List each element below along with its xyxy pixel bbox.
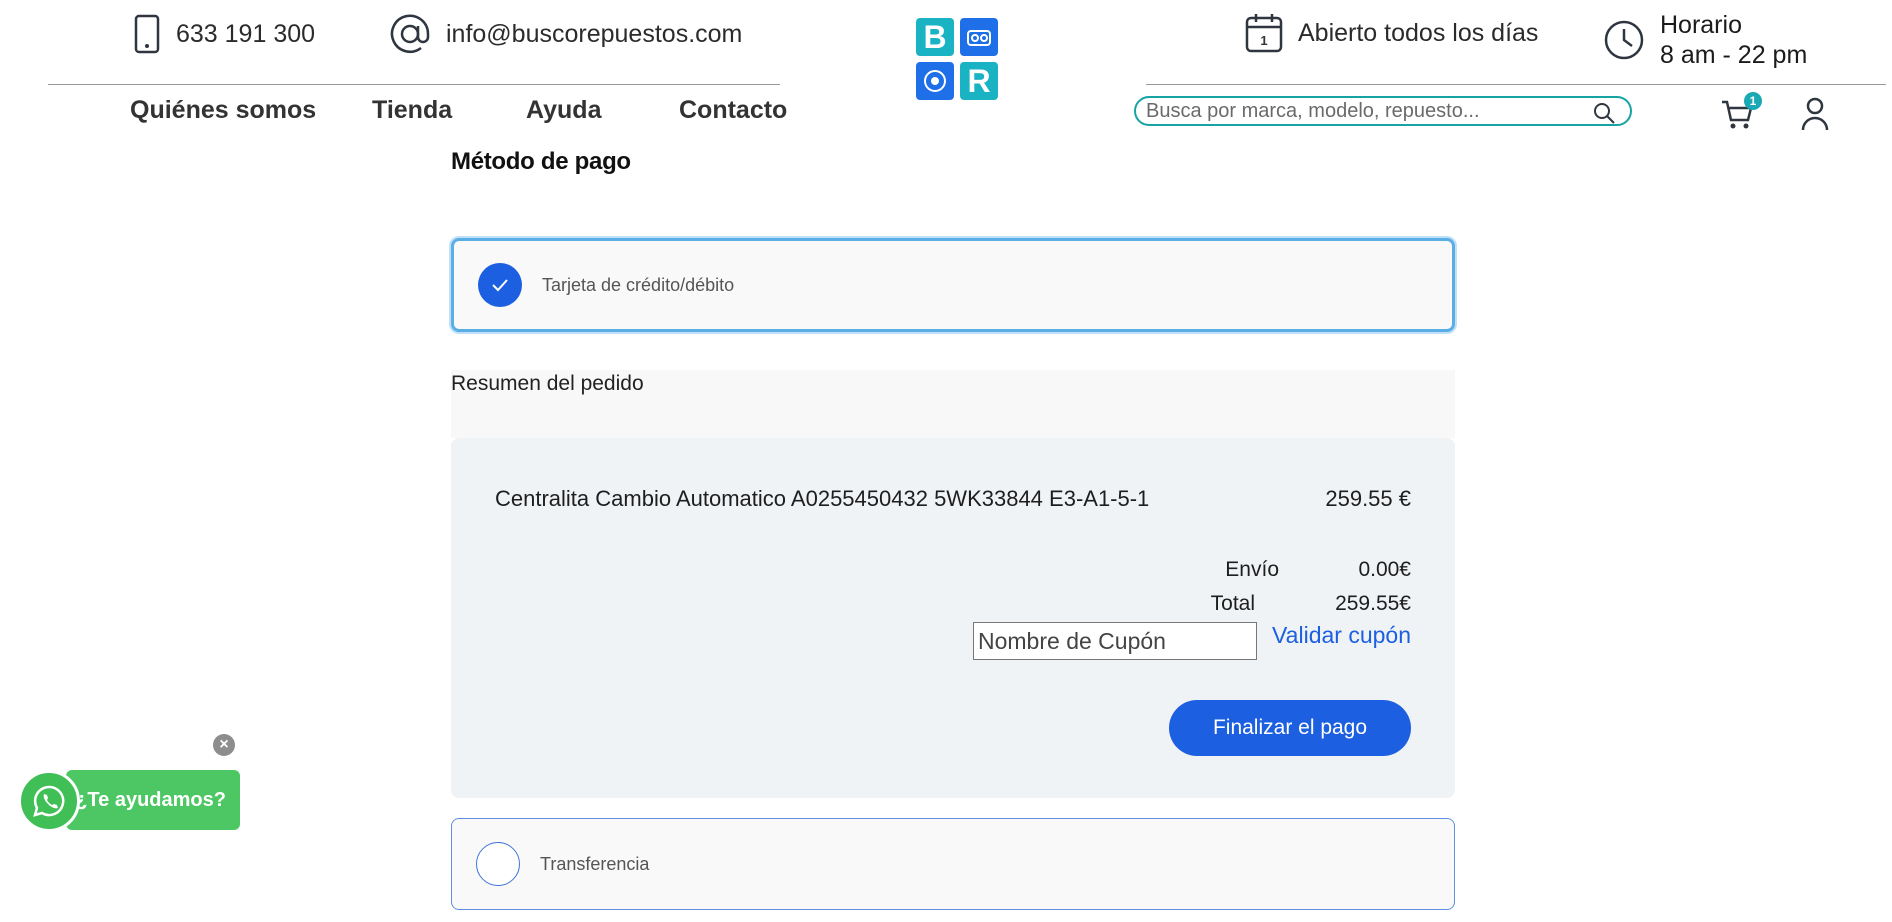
user-icon [1801, 97, 1829, 131]
open-days-info: 1 Abierto todos los días [1244, 12, 1538, 54]
calendar-icon: 1 [1245, 14, 1283, 53]
nav-item-about[interactable]: Quiénes somos [130, 96, 316, 125]
item-price: 259.55 € [1325, 486, 1411, 511]
hours-label: Horario [1660, 11, 1742, 39]
logo-letter-b: B [916, 18, 954, 56]
total-label: Total [1210, 592, 1255, 615]
at-sign-icon [390, 14, 430, 53]
whatsapp-label: ¿Te ayudamos? [75, 788, 226, 811]
logo-engine-icon [960, 18, 998, 56]
whatsapp-help-button[interactable]: ¿Te ayudamos? [66, 770, 240, 830]
payment-option-label: Transferencia [540, 853, 650, 874]
checkmark-icon [492, 279, 508, 292]
search-icon[interactable] [1592, 101, 1616, 130]
payment-option-label: Tarjeta de crédito/débito [542, 274, 735, 295]
header-divider-left [48, 84, 780, 85]
phone-icon [134, 14, 160, 54]
nav-item-contact[interactable]: Contacto [679, 96, 787, 125]
validate-coupon-link[interactable]: Validar cupón [1272, 622, 1411, 649]
clock-icon [1604, 20, 1644, 60]
order-summary-heading: Resumen del pedido [451, 372, 644, 395]
whatsapp-close-button[interactable]: × [213, 734, 235, 756]
nav-item-shop[interactable]: Tienda [372, 96, 452, 125]
account-button[interactable] [1800, 96, 1830, 137]
payment-method-heading: Método de pago [451, 148, 631, 175]
email-address: info@buscorepuestos.com [446, 19, 743, 48]
total-value: 259.55€ [1335, 592, 1411, 615]
radio-selected[interactable] [478, 263, 522, 307]
hours-value: 8 am - 22 pm [1660, 41, 1808, 69]
email-contact[interactable]: info@buscorepuestos.com [388, 12, 742, 56]
open-days-text: Abierto todos los días [1298, 18, 1539, 47]
search-bar [1134, 96, 1632, 126]
finish-payment-button[interactable]: Finalizar el pago [1169, 700, 1411, 756]
cart-button[interactable]: 1 [1720, 92, 1762, 130]
payment-option-transfer[interactable]: Transferencia [451, 818, 1455, 910]
svg-text:1: 1 [1260, 33, 1267, 48]
logo-disc-icon [916, 62, 954, 100]
coupon-input[interactable] [973, 622, 1257, 660]
shipping-value: 0.00€ [1358, 558, 1411, 581]
phone-number: 633 191 300 [176, 19, 316, 48]
nav-item-help[interactable]: Ayuda [526, 96, 601, 125]
payment-option-card[interactable]: Tarjeta de crédito/débito [451, 238, 1455, 332]
order-summary-panel: Centralita Cambio Automatico A0255450432… [451, 438, 1455, 798]
phone-contact[interactable]: 633 191 300 [132, 14, 315, 54]
logo-letter-r: R [960, 62, 998, 100]
order-summary-header: Resumen del pedido [451, 370, 1455, 438]
cart-count-badge: 1 [1744, 92, 1762, 110]
shipping-label: Envío [1225, 558, 1279, 581]
search-input[interactable] [1136, 98, 1588, 124]
radio-unselected[interactable] [476, 842, 520, 886]
item-name: Centralita Cambio Automatico A0255450432… [495, 486, 1150, 511]
whatsapp-icon[interactable] [18, 770, 80, 832]
header-divider-right [1146, 84, 1886, 85]
site-logo[interactable]: B R [916, 18, 998, 100]
hours-info: Horario 8 am - 22 pm [1602, 10, 1807, 70]
